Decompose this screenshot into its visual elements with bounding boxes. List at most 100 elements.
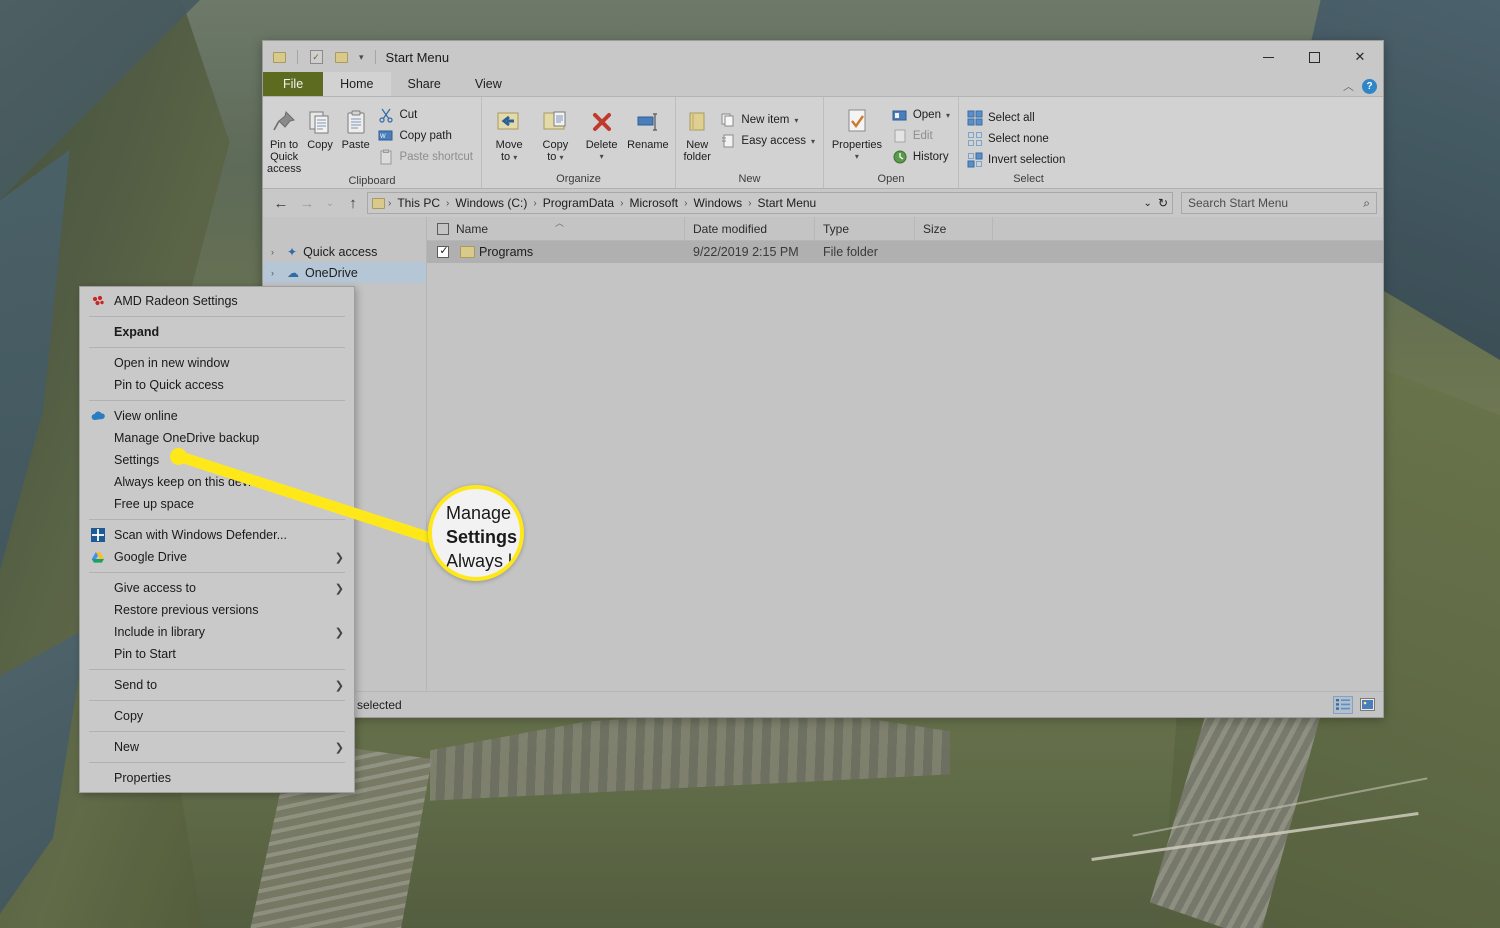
- large-icons-view-icon[interactable]: [1357, 696, 1377, 714]
- chevron-up-icon[interactable]: ︿: [1343, 78, 1354, 94]
- copy-to-button[interactable]: Copy to ▾: [532, 102, 578, 164]
- paste-shortcut-icon: [378, 149, 394, 165]
- history-icon: [892, 149, 908, 165]
- close-button[interactable]: ✕: [1337, 41, 1383, 73]
- details-view-icon[interactable]: [1333, 695, 1353, 714]
- easy-access-button[interactable]: Easy access ▾: [716, 131, 819, 151]
- sidebar-item-quick-access[interactable]: › ✦ Quick access: [263, 241, 426, 262]
- chevron-right-icon: ❯: [334, 741, 344, 754]
- help-icon[interactable]: ?: [1362, 78, 1377, 94]
- address-dropdown-icon[interactable]: ⌄: [1144, 198, 1152, 209]
- context-menu-separator: [89, 669, 345, 670]
- context-menu-item-new[interactable]: New ❯: [80, 736, 354, 758]
- context-menu-item-amd-radeon-settings[interactable]: AMD Radeon Settings: [80, 290, 354, 312]
- context-menu-separator: [89, 347, 345, 348]
- open-button[interactable]: Open ▾: [888, 105, 954, 125]
- new-folder-button[interactable]: New folder: [680, 102, 714, 163]
- column-headers: Name Date modified Type Size ︿: [427, 217, 1383, 241]
- minimize-button[interactable]: [1245, 41, 1291, 73]
- context-menu-item-include-in-library[interactable]: Include in library ❯: [80, 621, 354, 643]
- open-caret-icon: ▾: [945, 110, 950, 120]
- new-item-icon: [720, 112, 736, 128]
- invert-selection-icon: [967, 152, 983, 168]
- sidebar-item-onedrive[interactable]: › ☁ OneDrive: [263, 262, 426, 283]
- context-menu-item-restore-previous-versions[interactable]: Restore previous versions: [80, 599, 354, 621]
- breadcrumb-item-start-menu[interactable]: Start Menu: [755, 196, 820, 210]
- tab-home[interactable]: Home: [323, 72, 391, 96]
- up-arrow-icon[interactable]: ↑: [341, 191, 365, 215]
- row-checkbox[interactable]: [437, 244, 450, 258]
- context-menu-item-manage-onedrive-backup[interactable]: Manage OneDrive backup: [80, 427, 354, 449]
- edit-button[interactable]: Edit: [888, 126, 954, 146]
- context-menu-item-copy[interactable]: Copy: [80, 705, 354, 727]
- invert-selection-button[interactable]: Invert selection: [963, 150, 1069, 170]
- maximize-button[interactable]: [1291, 41, 1337, 73]
- context-menu-item-google-drive[interactable]: Google Drive ❯: [80, 546, 354, 568]
- tab-share[interactable]: Share: [391, 72, 458, 96]
- copy-path-button[interactable]: W Copy path: [374, 126, 477, 146]
- breadcrumb-item-windows-c[interactable]: Windows (C:): [452, 196, 530, 210]
- rename-button[interactable]: Rename: [625, 102, 671, 151]
- table-row[interactable]: Programs 9/22/2019 2:15 PM File folder: [427, 241, 1383, 263]
- context-menu-item-send-to[interactable]: Send to ❯: [80, 674, 354, 696]
- select-none-button[interactable]: Select none: [963, 129, 1069, 149]
- address-bar-right-controls: ⌄ ↻: [1144, 196, 1168, 210]
- windows-defender-icon: [88, 528, 108, 542]
- qat-divider-2: [374, 50, 376, 64]
- forward-arrow-icon[interactable]: →: [295, 191, 319, 215]
- context-menu-item-give-access-to[interactable]: Give access to ❯: [80, 577, 354, 599]
- context-menu-item-open-in-new-window[interactable]: Open in new window: [80, 352, 354, 374]
- tab-view[interactable]: View: [458, 72, 519, 96]
- chevron-right-icon[interactable]: ›: [271, 268, 281, 278]
- new-item-button[interactable]: New item ▾: [716, 110, 819, 130]
- back-arrow-icon[interactable]: ←: [269, 191, 293, 215]
- breadcrumb-separator: ›: [620, 197, 624, 209]
- context-menu-item-label: Free up space: [114, 497, 194, 511]
- copy-path-label: Copy path: [399, 130, 452, 142]
- properties-button[interactable]: Properties ▾: [828, 102, 886, 163]
- recent-locations-icon[interactable]: ⌄: [321, 191, 339, 215]
- context-menu-item-pin-to-quick-access[interactable]: Pin to Quick access: [80, 374, 354, 396]
- qat-properties-icon[interactable]: ✓: [305, 46, 327, 68]
- google-drive-icon: [88, 551, 108, 564]
- context-menu-item-free-up-space[interactable]: Free up space: [80, 493, 354, 515]
- copy-to-label-1: Copy: [542, 139, 569, 151]
- breadcrumb-item-this-pc[interactable]: This PC: [394, 196, 443, 210]
- refresh-icon[interactable]: ↻: [1158, 196, 1168, 210]
- context-menu-item-view-online[interactable]: View online: [80, 405, 354, 427]
- tab-file[interactable]: File: [263, 72, 324, 96]
- qat-customize-caret-icon[interactable]: ▾: [355, 52, 368, 63]
- context-menu-item-scan-with-windows-defender[interactable]: Scan with Windows Defender...: [80, 524, 354, 546]
- qat-folder-icon[interactable]: [268, 46, 290, 68]
- file-row-name-cell[interactable]: Programs: [427, 241, 685, 263]
- column-header-type[interactable]: Type: [815, 217, 915, 241]
- context-menu-item-pin-to-start[interactable]: Pin to Start: [80, 643, 354, 665]
- breadcrumb-item-microsoft[interactable]: Microsoft: [626, 196, 681, 210]
- select-all-checkbox[interactable]: [437, 222, 449, 235]
- context-menu-item-expand[interactable]: Expand: [80, 321, 354, 343]
- chevron-right-icon[interactable]: ›: [271, 247, 281, 257]
- column-header-date-modified[interactable]: Date modified: [685, 217, 815, 241]
- search-input[interactable]: Search Start Menu ⌕: [1181, 192, 1377, 214]
- new-folder-label-2: folder: [683, 151, 711, 163]
- select-all-button[interactable]: Select all: [963, 108, 1069, 128]
- move-to-button[interactable]: Move to ▾: [486, 102, 532, 164]
- paste-shortcut-button[interactable]: Paste shortcut: [374, 147, 477, 167]
- address-bar[interactable]: › This PC › Windows (C:) › ProgramData ›…: [367, 192, 1173, 214]
- invert-selection-label: Invert selection: [988, 154, 1066, 166]
- context-menu-item-properties[interactable]: Properties: [80, 767, 354, 789]
- breadcrumb-item-programdata[interactable]: ProgramData: [540, 196, 617, 210]
- context-menu-item-always-keep-on-this-device[interactable]: Always keep on this device: [80, 471, 354, 493]
- history-button[interactable]: History: [888, 147, 954, 167]
- pin-to-quick-access-button[interactable]: Pin to Quick access: [267, 102, 301, 175]
- ribbon-group-open-label: Open: [877, 173, 905, 185]
- cut-button[interactable]: Cut: [374, 105, 477, 125]
- paste-button[interactable]: Paste: [339, 102, 373, 151]
- copy-button[interactable]: Copy: [303, 102, 337, 151]
- column-header-size[interactable]: Size: [915, 217, 993, 241]
- context-menu-item-settings[interactable]: Settings: [80, 449, 354, 471]
- qat-new-folder-icon[interactable]: [330, 46, 352, 68]
- delete-button[interactable]: Delete ▾: [579, 102, 625, 163]
- breadcrumb-item-windows[interactable]: Windows: [690, 196, 745, 210]
- context-menu-item-label: Give access to: [114, 581, 196, 595]
